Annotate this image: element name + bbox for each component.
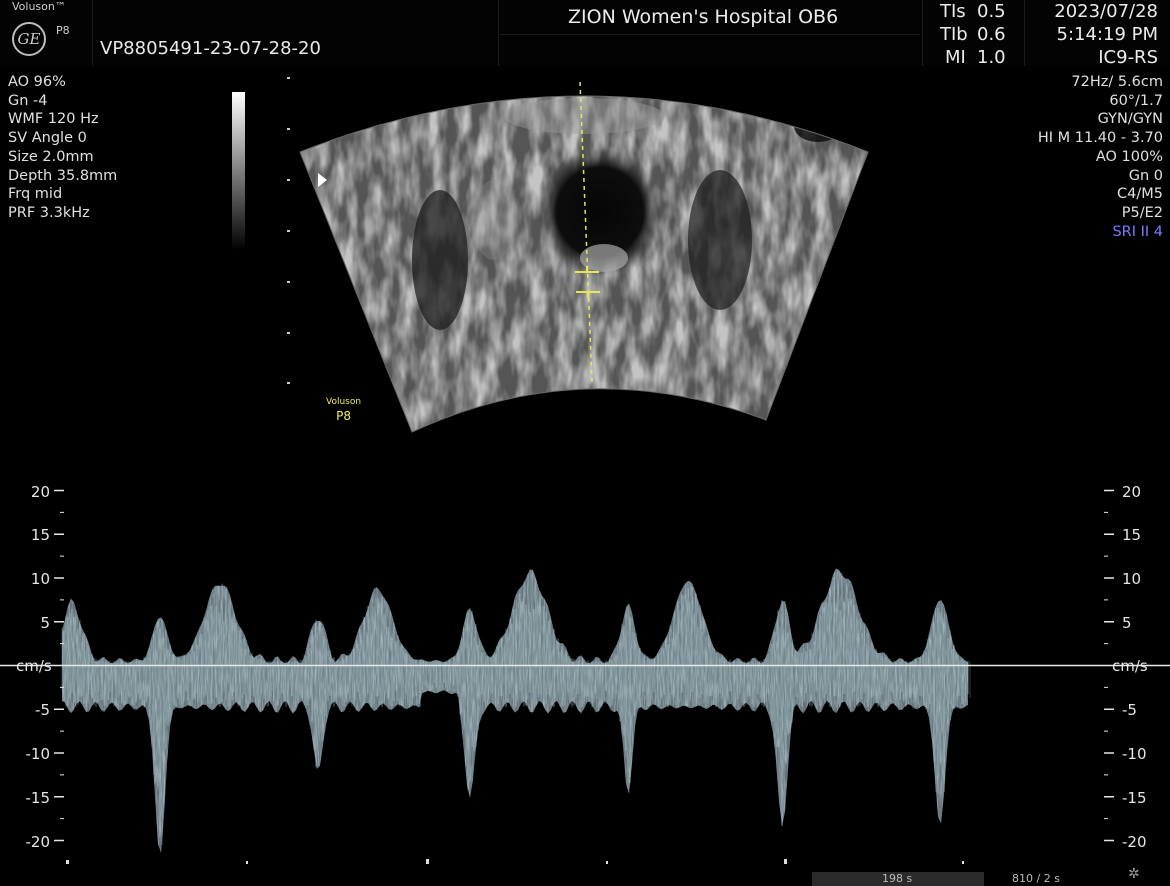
scale-tick-right: 10 bbox=[1122, 570, 1142, 588]
scale-tick-left: 15 bbox=[30, 526, 50, 544]
settings-star-icon: ✲ bbox=[1128, 866, 1140, 882]
unit-label-left: cm/s bbox=[16, 657, 52, 675]
time-markers bbox=[66, 859, 964, 864]
image-logo-probe: P8 bbox=[336, 409, 351, 423]
scale-tick-right: 20 bbox=[1122, 483, 1142, 501]
scale-tick-right: -10 bbox=[1122, 745, 1147, 763]
scale-tick-right: 5 bbox=[1122, 614, 1132, 632]
scale-tick-left: 5 bbox=[40, 614, 50, 632]
scale-tick-left: -5 bbox=[35, 701, 50, 719]
depth-ticks bbox=[287, 77, 290, 384]
image-logo-brand: Voluson bbox=[326, 397, 362, 407]
frame-counter: 810 / 2 s bbox=[1012, 872, 1060, 885]
ultrasound-graphics bbox=[0, 77, 1170, 864]
scale-tick-right: -5 bbox=[1122, 701, 1137, 719]
scale-tick-right: -15 bbox=[1122, 789, 1147, 807]
scale-tick-left: -15 bbox=[25, 789, 51, 807]
scale-tick-right: 15 bbox=[1122, 526, 1142, 544]
scale-tick-left: -20 bbox=[25, 833, 51, 851]
unit-label-right: cm/s bbox=[1112, 657, 1148, 675]
image-logo: Voluson P8 bbox=[326, 395, 361, 423]
scale-tick-left: -10 bbox=[25, 745, 51, 763]
scale-tick-right: -20 bbox=[1122, 833, 1147, 851]
cine-time-label: 198 s bbox=[882, 872, 913, 885]
scale-tick-left: 20 bbox=[30, 483, 50, 501]
scale-tick-left: 10 bbox=[30, 570, 50, 588]
bmode-sector bbox=[300, 96, 868, 432]
